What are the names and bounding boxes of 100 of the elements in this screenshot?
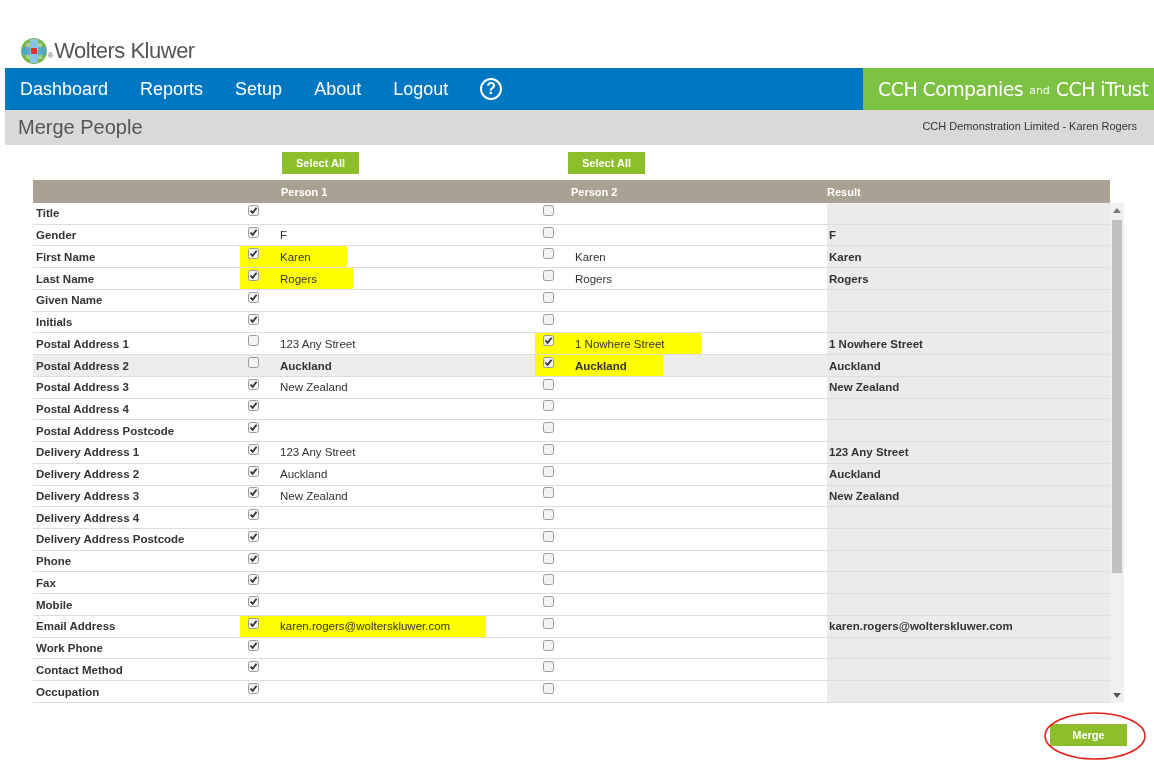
checkbox[interactable]	[543, 400, 554, 412]
checkbox[interactable]	[543, 291, 554, 303]
checkbox[interactable]	[248, 574, 259, 586]
checkbox[interactable]	[248, 248, 259, 260]
nav-link[interactable]: Logout	[393, 78, 465, 100]
field-label: Delivery Address 2	[35, 467, 141, 483]
field-label: Mobile	[35, 597, 74, 613]
table-row[interactable]: First Name Karen Karen Karen	[33, 246, 1110, 269]
table-row[interactable]: Phone	[33, 550, 1110, 573]
result-value: New Zealand	[829, 489, 900, 502]
field-label: Postal Address 2	[35, 358, 130, 374]
checkbox[interactable]	[543, 248, 554, 260]
checkbox[interactable]	[248, 270, 259, 282]
checkbox[interactable]	[248, 596, 259, 608]
scroll-up-icon[interactable]	[1113, 208, 1121, 214]
checkbox[interactable]	[543, 617, 554, 629]
result-value: Rogers	[829, 272, 869, 285]
checkbox[interactable]	[543, 335, 554, 347]
checkbox[interactable]	[248, 661, 259, 673]
checkbox[interactable]	[248, 291, 259, 303]
checkbox[interactable]	[248, 378, 259, 390]
checkbox[interactable]	[543, 552, 554, 564]
help-button[interactable]: ?	[480, 78, 503, 100]
checkbox[interactable]	[248, 639, 259, 651]
table-row[interactable]: Given Name	[33, 289, 1110, 312]
checkbox[interactable]	[543, 465, 554, 477]
nav-link[interactable]: Reports	[140, 78, 220, 100]
table-row[interactable]: Postal Address 3 New Zealand New Zealand	[33, 376, 1110, 399]
table-row[interactable]: Delivery Address 1 123 Any Street 123 Any Street	[33, 442, 1110, 464]
cell-value: Auckland	[575, 359, 627, 372]
cell-value: Rogers	[575, 272, 613, 285]
checkbox[interactable]	[248, 487, 259, 499]
field-label: First Name	[35, 249, 97, 265]
checkbox[interactable]	[248, 357, 259, 368]
checkbox[interactable]	[248, 530, 259, 542]
table-row[interactable]: Postal Address 4	[33, 398, 1110, 421]
table-row[interactable]: Occupation	[33, 681, 1110, 703]
nav-link[interactable]: About	[314, 78, 378, 100]
cell-value: Karen	[280, 250, 311, 263]
scrollbar-thumb[interactable]	[1112, 220, 1122, 573]
table-row[interactable]: Delivery Address 3 New Zealand New Zealand	[33, 485, 1110, 508]
checkbox[interactable]	[248, 204, 259, 216]
table-row[interactable]: Postal Address Postcode	[33, 420, 1110, 443]
checkbox[interactable]	[543, 530, 554, 542]
checkbox[interactable]	[248, 465, 259, 477]
checkbox[interactable]	[543, 509, 554, 521]
field-label: Postal Address Postcode	[35, 423, 176, 439]
table-row[interactable]: Initials	[33, 311, 1110, 334]
checkbox[interactable]	[543, 422, 554, 434]
checkbox[interactable]	[543, 487, 554, 499]
checkbox[interactable]	[248, 552, 259, 564]
table-row[interactable]: Email Address karen.rogers@wolterskluwer.com karen.rogers@wolterskluwer.com	[33, 615, 1110, 638]
checkbox[interactable]	[248, 509, 259, 521]
checkbox[interactable]	[543, 357, 554, 368]
result-value: F	[829, 229, 837, 242]
checkbox[interactable]	[543, 661, 554, 673]
checkbox[interactable]	[248, 443, 259, 455]
checkbox[interactable]	[543, 443, 554, 455]
checkbox[interactable]	[248, 335, 259, 347]
table-row[interactable]: Delivery Address Postcode	[33, 529, 1110, 551]
table-row[interactable]: Fax	[33, 572, 1110, 595]
field-label: Delivery Address 1	[35, 445, 141, 461]
checkbox[interactable]	[543, 683, 554, 694]
checkbox[interactable]	[543, 313, 554, 325]
result-value: 123 Any Street	[829, 446, 909, 459]
globe-logo-icon	[20, 37, 48, 65]
table-row[interactable]: Last Name Rogers Rogers Rogers	[33, 268, 1110, 290]
checkbox[interactable]	[543, 204, 554, 216]
checkbox[interactable]	[248, 313, 259, 325]
checkbox[interactable]	[248, 617, 259, 629]
cell-value: Auckland	[280, 359, 332, 372]
nav-link[interactable]: Setup	[235, 78, 299, 100]
table-row[interactable]: Delivery Address 2 Auckland Auckland	[33, 463, 1110, 486]
checkbox[interactable]	[543, 378, 554, 390]
nav-link[interactable]: Dashboard	[20, 78, 125, 100]
table-row[interactable]: Contact Method	[33, 659, 1110, 682]
table-row[interactable]: Mobile	[33, 594, 1110, 616]
checkbox[interactable]	[248, 422, 259, 434]
checkbox[interactable]	[543, 596, 554, 608]
cell-value: Karen	[575, 250, 606, 263]
scrollbar[interactable]	[1110, 203, 1124, 703]
checkbox[interactable]	[543, 270, 554, 282]
field-label: Delivery Address Postcode	[35, 532, 186, 548]
field-label: Fax	[35, 575, 57, 591]
checkbox[interactable]	[248, 400, 259, 412]
scroll-down-icon[interactable]	[1113, 693, 1121, 699]
checkbox[interactable]	[543, 226, 554, 238]
table-row[interactable]: Postal Address 1 123 Any Street 1 Nowhere Street 1 Nowhere Street	[33, 333, 1110, 356]
checkbox[interactable]	[543, 639, 554, 651]
table-row[interactable]: Title	[33, 203, 1110, 225]
checkbox[interactable]	[248, 683, 259, 694]
page-title: Merge People	[18, 116, 143, 139]
table-row[interactable]: Gender F F	[33, 224, 1110, 247]
table-row[interactable]: Delivery Address 4	[33, 507, 1110, 529]
table-row[interactable]: Work Phone	[33, 637, 1110, 660]
result-value: karen.rogers@wolterskluwer.com	[829, 620, 1013, 633]
checkbox[interactable]	[248, 226, 259, 238]
cell-value: 123 Any Street	[280, 337, 356, 350]
checkbox[interactable]	[543, 574, 554, 586]
table-row[interactable]: Postal Address 2 Auckland Auckland Auckland	[33, 355, 1110, 377]
